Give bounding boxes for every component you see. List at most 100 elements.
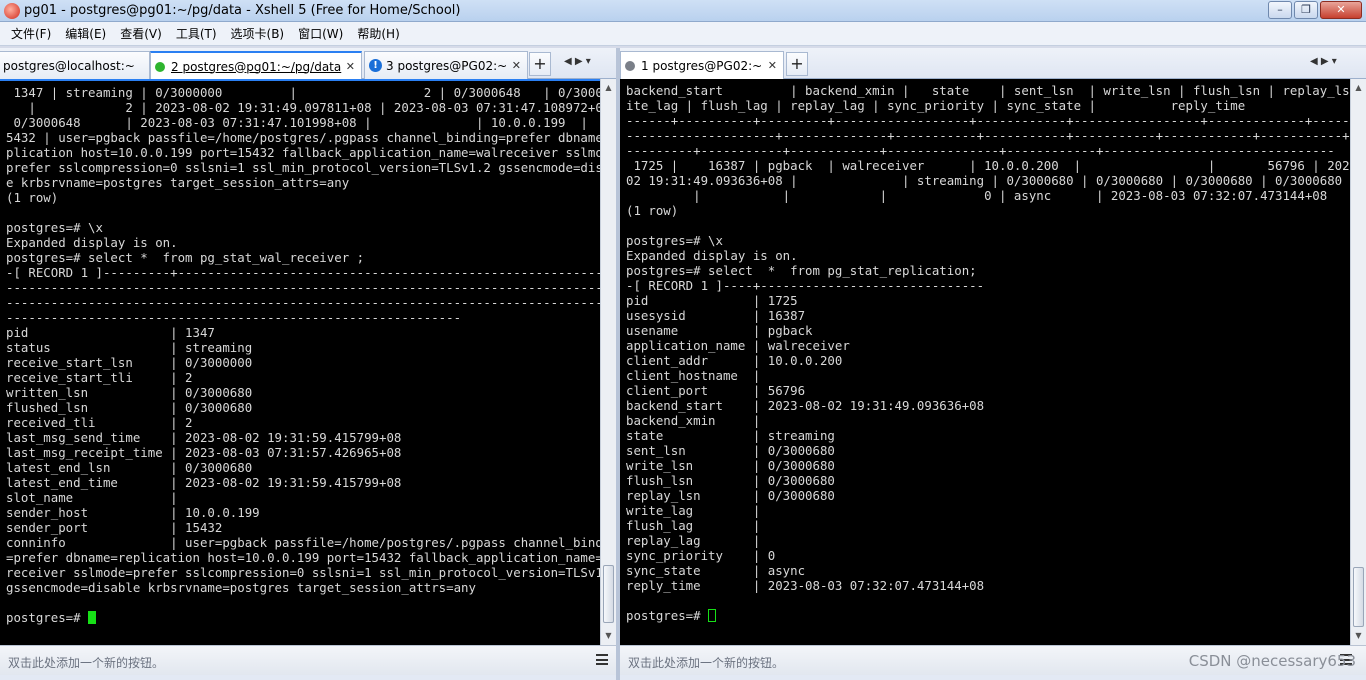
terminal-line: -[ RECORD 1 ]---------+-----------------… (6, 265, 600, 280)
menu-help[interactable]: 帮助(H) (350, 25, 406, 42)
quick-button-hint: 双击此处添加一个新的按钮。 (628, 656, 785, 670)
terminal-line: usename | pgback (626, 323, 813, 338)
terminal-line: postgres=# select * from pg_stat_wal_rec… (6, 250, 365, 265)
menu-window[interactable]: 窗口(W) (291, 25, 350, 42)
terminal-line: last_msg_send_time | 2023-08-02 19:31:59… (6, 430, 402, 445)
terminal-line: received_tli | 2 (6, 415, 193, 430)
terminal-line: client_addr | 10.0.0.200 (626, 353, 843, 368)
terminal-line: backend_start | backend_xmin | state | s… (626, 83, 1350, 98)
terminal-line: pid | 1725 (626, 293, 798, 308)
close-tab-icon[interactable]: ✕ (512, 59, 521, 72)
menu-view[interactable]: 查看(V) (113, 25, 169, 42)
terminal-line: replay_lag | (626, 533, 761, 548)
terminal-line: gssencmode=disable krbsrvname=postgres t… (6, 580, 476, 595)
terminal-line: --------------------+--------------+----… (626, 128, 1350, 143)
terminal-line: ---------+-----------+------------+-----… (626, 143, 1335, 158)
terminal-line: 0/3000648 | 2023-08-03 07:31:47.101998+0… (6, 115, 600, 130)
terminal-line: ----------------------------------------… (6, 280, 600, 295)
terminal-line: replay_lsn | 0/3000680 (626, 488, 835, 503)
terminal-line: 1725 | 16387 | pgback | walreceiver | 10… (626, 158, 1350, 173)
terminal-cursor (88, 611, 97, 624)
tab-nav-arrows-icon[interactable]: ◀ ▶ ▾ (564, 56, 591, 67)
right-tab-bar: 1 postgres@PG02:~ ✕ + ◀ ▶ ▾ (620, 48, 1366, 80)
tab-pg02-session[interactable]: 1 postgres@PG02:~ ✕ (620, 51, 784, 80)
maximize-button[interactable]: ❐ (1294, 1, 1318, 19)
disconnected-status-icon (625, 61, 635, 71)
terminal-line: prefer sslcompression=0 sslsni=1 ssl_min… (6, 160, 600, 175)
terminal-line: sync_state | async (626, 563, 806, 578)
terminal-line: (1 row) (626, 203, 679, 218)
menu-icon[interactable] (596, 654, 608, 665)
menu-tab[interactable]: 选项卡(B) (224, 25, 292, 42)
menu-edit[interactable]: 编辑(E) (58, 25, 113, 42)
terminal-line: 1347 | streaming | 0/3000000 | 2 | 0/300… (6, 85, 600, 100)
terminal-line: plication host=10.0.0.199 port=15432 fal… (6, 145, 600, 160)
scrollbar-thumb[interactable] (603, 565, 614, 623)
terminal-line: -[ RECORD 1 ]----+----------------------… (626, 278, 985, 293)
quick-button-bar[interactable]: 双击此处添加一个新的按钮。 (0, 645, 616, 675)
terminal-line: slot_name | (6, 490, 178, 505)
xshell-app-icon[interactable] (4, 3, 20, 19)
minimize-button[interactable]: – (1268, 1, 1292, 19)
terminal-line: application_name | walreceiver (626, 338, 850, 353)
close-button[interactable]: ✕ (1320, 1, 1362, 19)
terminal-line: Expanded display is on. (626, 248, 798, 263)
terminal-output[interactable]: backend_start | backend_xmin | state | s… (620, 79, 1350, 645)
terminal-line: | | | 0 | async | 2023-08-03 07:32:07.47… (626, 188, 1328, 203)
scroll-down-icon[interactable]: ▼ (601, 629, 616, 643)
add-tab-button[interactable]: + (529, 52, 551, 76)
tab-localhost[interactable]: postgres@localhost:~ (0, 51, 150, 79)
close-tab-icon[interactable]: ✕ (346, 60, 355, 73)
terminal-line: client_port | 56796 (626, 383, 806, 398)
terminal-line: client_hostname | (626, 368, 761, 383)
info-icon: ! (369, 59, 382, 72)
terminal-line: conninfo | user=pgback passfile=/home/po… (6, 535, 600, 550)
terminal-line: flush_lag | (626, 518, 761, 533)
tab-label: postgres@localhost:~ (3, 58, 135, 73)
terminal-output[interactable]: 1347 | streaming | 0/3000000 | 2 | 0/300… (0, 79, 600, 645)
menu-tools[interactable]: 工具(T) (169, 25, 224, 42)
terminal-line: (1 row) (6, 190, 59, 205)
menu-file[interactable]: 文件(F) (4, 25, 58, 42)
terminal-line: 02 19:31:49.093636+08 | | streaming | 0/… (626, 173, 1350, 188)
menu-bar: 文件(F) 编辑(E) 查看(V) 工具(T) 选项卡(B) 窗口(W) 帮助(… (0, 22, 1366, 46)
terminal-line: sent_lsn | 0/3000680 (626, 443, 835, 458)
window-title: pg01 - postgres@pg01:~/pg/data - Xshell … (24, 3, 461, 18)
terminal-cursor (708, 609, 717, 622)
scroll-up-icon[interactable]: ▲ (601, 81, 616, 95)
terminal-line: ----------------------------------------… (6, 310, 462, 325)
tab-pg01[interactable]: 2 postgres@pg01:~/pg/data ✕ (150, 51, 362, 80)
tab-pg02[interactable]: ! 3 postgres@PG02:~ ✕ (364, 51, 528, 79)
vertical-scrollbar[interactable]: ▲ ▼ (1350, 79, 1366, 645)
terminal-line: =prefer dbname=replication host=10.0.0.1… (6, 550, 600, 565)
terminal-line: postgres=# \x (6, 220, 103, 235)
terminal-prompt-line: postgres=# (6, 610, 600, 625)
right-session-pane: 1 postgres@PG02:~ ✕ + ◀ ▶ ▾ backend_star… (620, 48, 1366, 680)
watermark: CSDN @necessary653 (1188, 652, 1356, 670)
add-tab-button[interactable]: + (786, 52, 808, 76)
title-bar: pg01 - postgres@pg01:~/pg/data - Xshell … (0, 0, 1366, 22)
terminal-line: flushed_lsn | 0/3000680 (6, 400, 253, 415)
left-session-pane: postgres@localhost:~ 2 postgres@pg01:~/p… (0, 48, 616, 680)
terminal-line: postgres=# select * from pg_stat_replica… (626, 263, 977, 278)
terminal-line: flush_lsn | 0/3000680 (626, 473, 835, 488)
vertical-scrollbar[interactable]: ▲ ▼ (600, 79, 616, 645)
terminal-line: receive_start_tli | 2 (6, 370, 193, 385)
terminal-line: status | streaming (6, 340, 253, 355)
close-tab-icon[interactable]: ✕ (768, 59, 777, 72)
scroll-up-icon[interactable]: ▲ (1351, 81, 1366, 95)
scrollbar-thumb[interactable] (1353, 567, 1364, 627)
scroll-down-icon[interactable]: ▼ (1351, 629, 1366, 643)
terminal-line: sender_port | 15432 (6, 520, 223, 535)
terminal-line: receiver sslmode=prefer sslcompression=0… (6, 565, 600, 580)
terminal-line: sync_priority | 0 (626, 548, 776, 563)
terminal-line: write_lag | (626, 503, 761, 518)
terminal-line: reply_time | 2023-08-03 07:32:07.473144+… (626, 578, 985, 593)
terminal-line: backend_xmin | (626, 413, 761, 428)
terminal-line: receive_start_lsn | 0/3000000 (6, 355, 253, 370)
tab-nav-arrows-icon[interactable]: ◀ ▶ ▾ (1310, 56, 1337, 67)
terminal-line: ite_lag | flush_lag | replay_lag | sync_… (626, 98, 1246, 113)
